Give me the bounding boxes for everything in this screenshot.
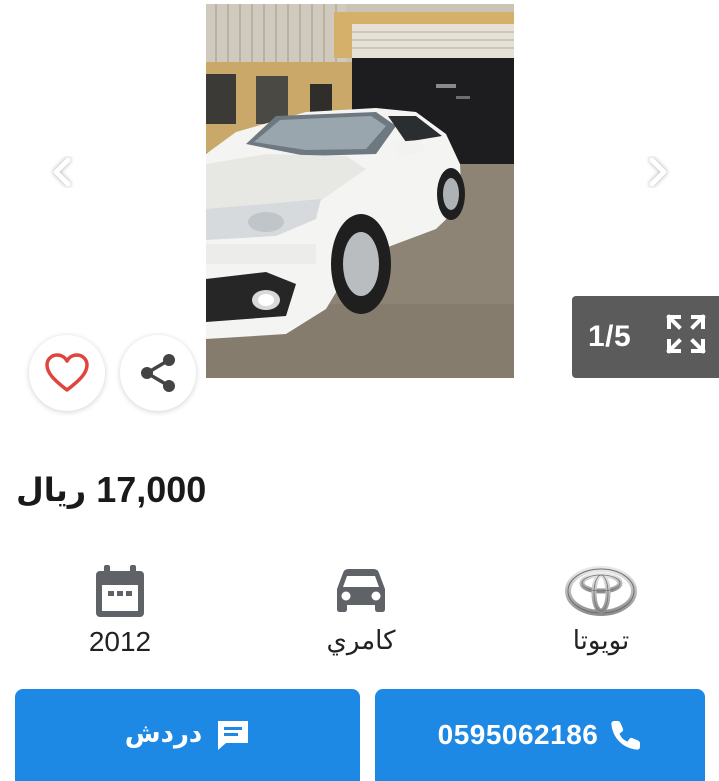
spec-model-value: كامري bbox=[326, 626, 396, 656]
chat-icon bbox=[216, 719, 250, 751]
share-icon bbox=[141, 354, 175, 392]
chevron-left-icon bbox=[53, 157, 71, 187]
spec-model: كامري bbox=[281, 560, 441, 660]
call-button[interactable]: 0595062186 bbox=[375, 689, 705, 781]
chevron-right-icon bbox=[649, 157, 667, 187]
listing-page: 1/5 17,000 ريال 2012 كامري تويوتا دردش 0… bbox=[0, 0, 719, 781]
calendar-icon bbox=[96, 565, 144, 617]
phone-icon bbox=[610, 719, 642, 751]
spec-year-value: 2012 bbox=[88, 626, 152, 657]
price-amount: 17,000 bbox=[96, 469, 207, 510]
spec-make-value: تويوتا bbox=[572, 626, 630, 656]
toyota-logo-icon bbox=[565, 566, 637, 616]
chat-button-label: دردش bbox=[124, 719, 203, 749]
chat-button[interactable]: دردش bbox=[15, 689, 360, 781]
car-icon bbox=[337, 569, 385, 612]
spec-year: 2012 bbox=[40, 560, 200, 660]
fullscreen-icon[interactable] bbox=[666, 314, 706, 354]
previous-photo-button[interactable] bbox=[42, 152, 82, 192]
spec-make: تويوتا bbox=[521, 560, 681, 660]
listing-price: 17,000 ريال bbox=[16, 462, 416, 518]
car-photo[interactable] bbox=[206, 4, 514, 378]
photo-counter-box[interactable]: 1/5 bbox=[572, 296, 719, 378]
share-button[interactable] bbox=[120, 335, 196, 411]
phone-number: 0595062186 bbox=[437, 719, 599, 750]
price-currency: ريال bbox=[16, 471, 87, 509]
heart-icon bbox=[45, 353, 89, 392]
next-photo-button[interactable] bbox=[638, 152, 678, 192]
favorite-button[interactable] bbox=[29, 335, 105, 411]
photo-counter: 1/5 bbox=[588, 320, 632, 353]
